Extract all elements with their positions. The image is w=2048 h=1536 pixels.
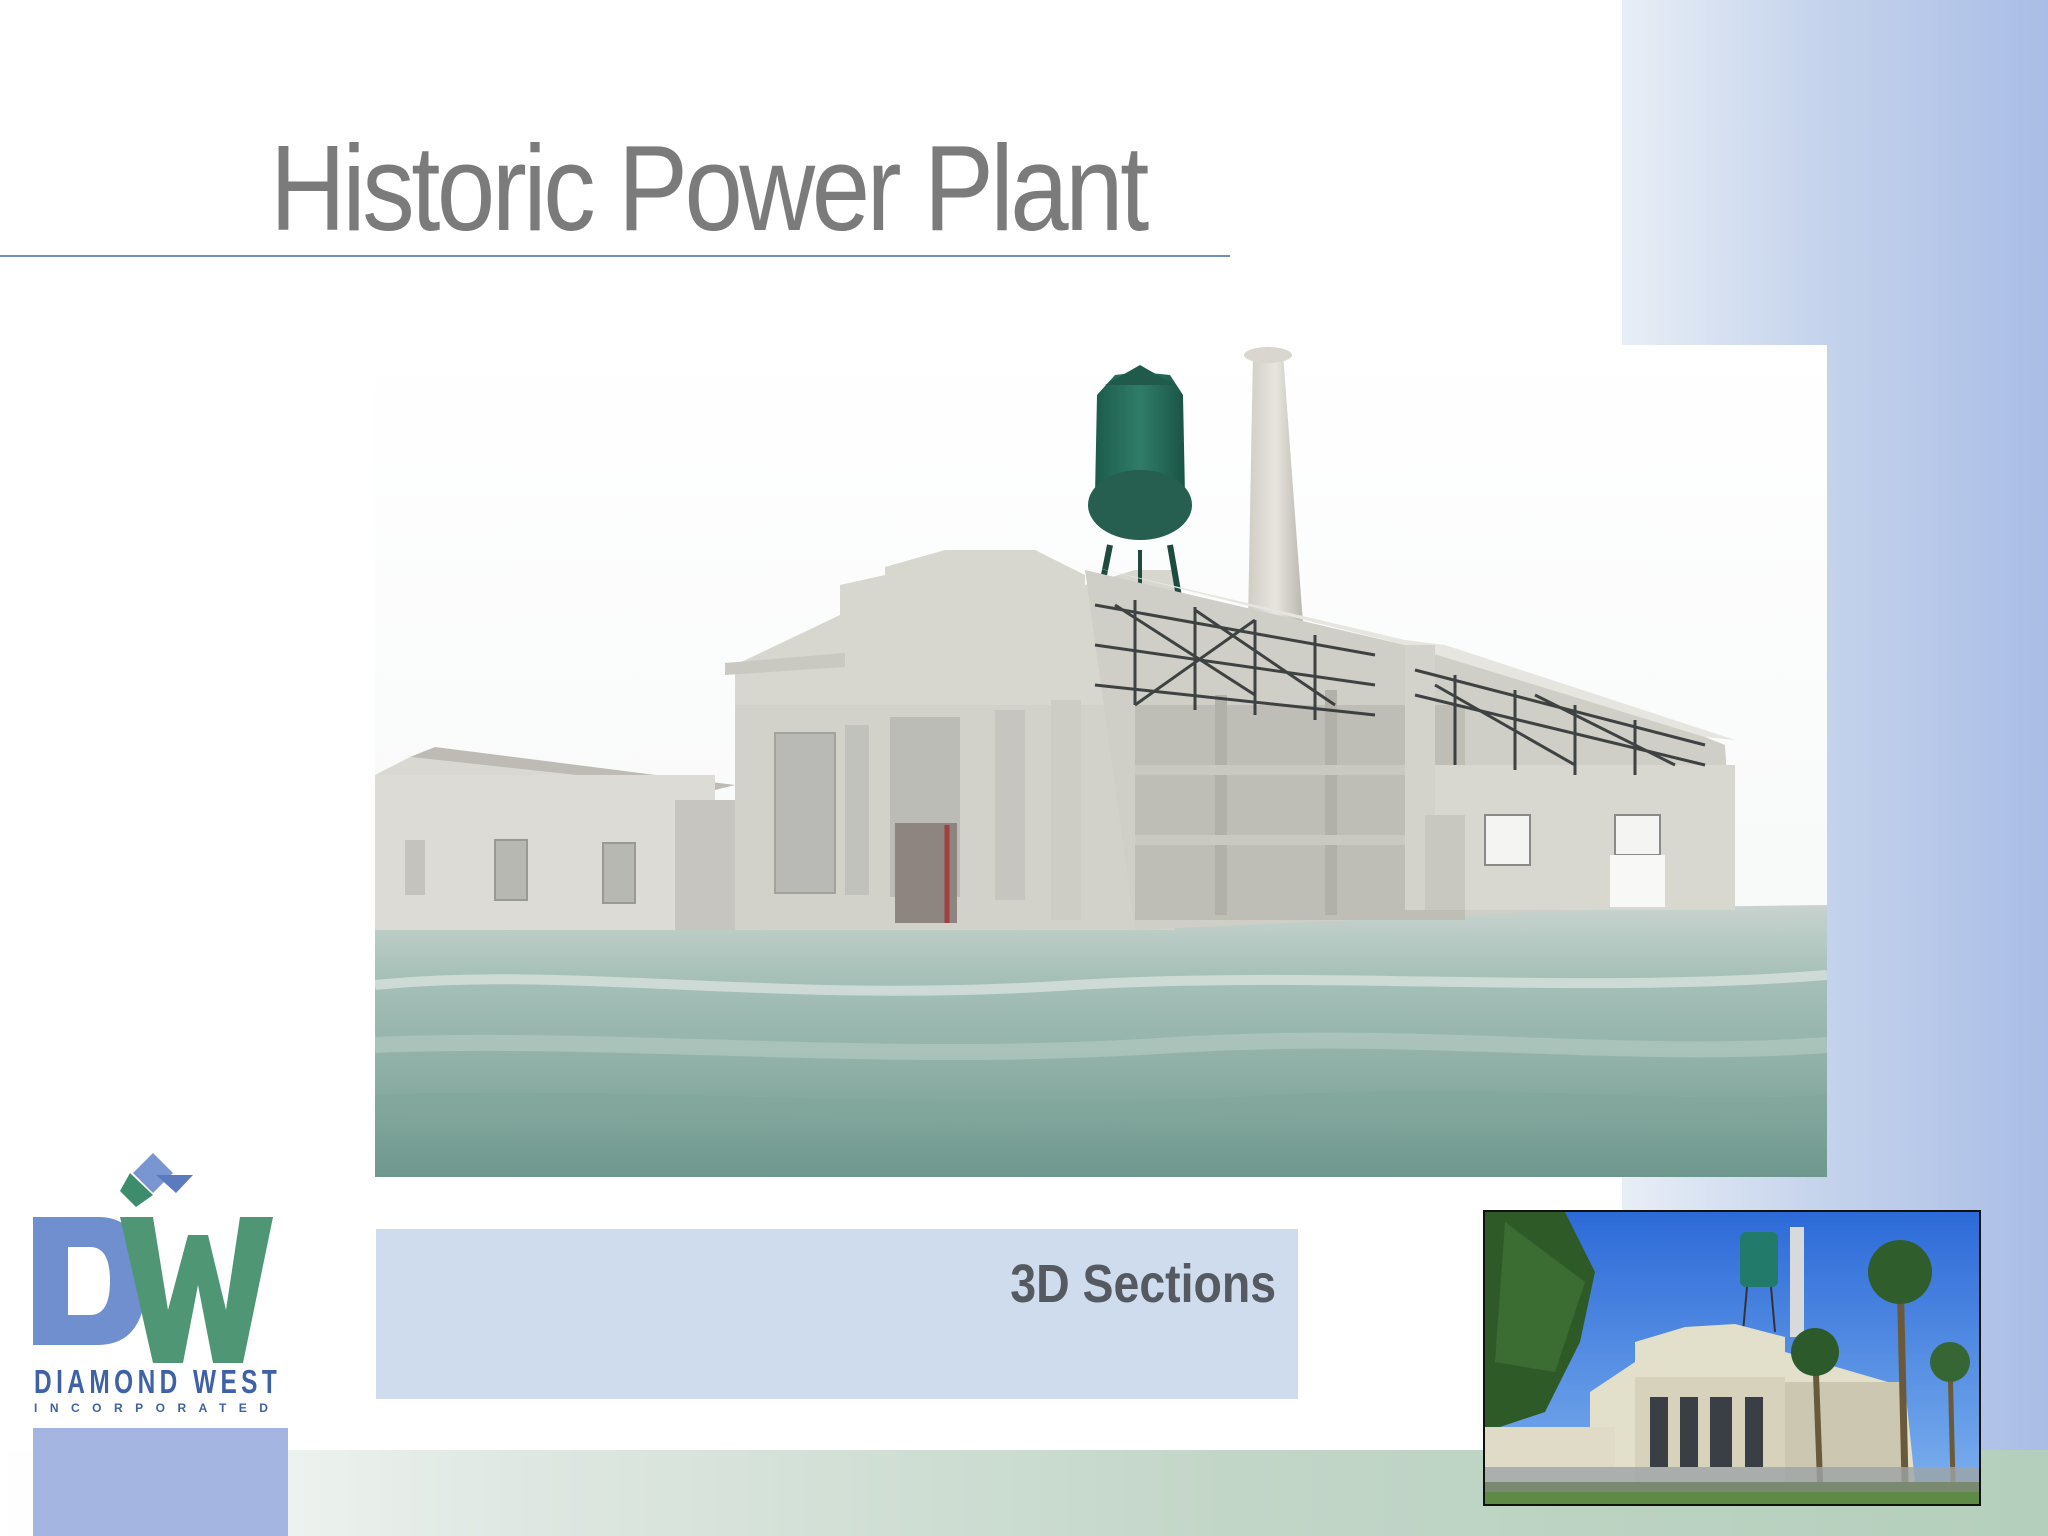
power-plant-3d-render	[375, 345, 1827, 1177]
bottom-accent-square	[33, 1428, 288, 1536]
title-underline	[0, 255, 1230, 257]
caption-box: 3D Sections	[376, 1229, 1298, 1399]
building-photo-thumbnail	[1483, 1210, 1981, 1506]
logo-company-name: DIAMOND WEST	[34, 1363, 282, 1400]
caption-text: 3D Sections	[1010, 1254, 1276, 1314]
diamond-west-logo: DIAMOND WEST INCORPORATED	[28, 1145, 290, 1420]
logo-company-subtitle: INCORPORATED	[34, 1401, 281, 1415]
slide-title: Historic Power Plant	[270, 120, 1149, 256]
